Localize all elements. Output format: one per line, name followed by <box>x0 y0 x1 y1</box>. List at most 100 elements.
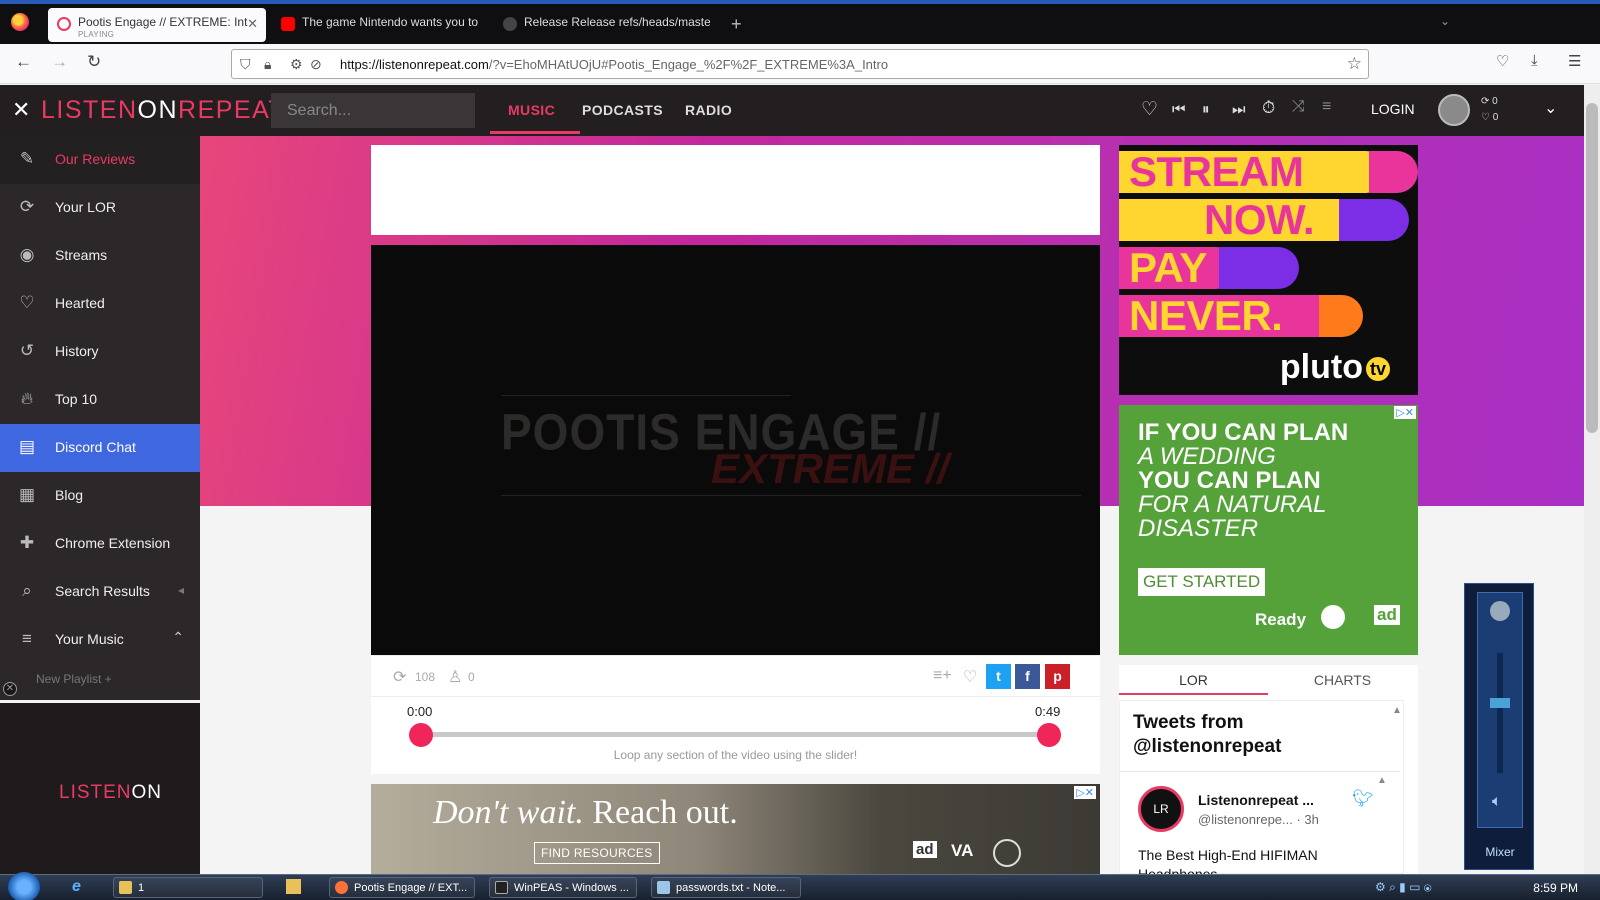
scroll-up-icon[interactable]: ▲ <box>1377 775 1387 786</box>
url-path: /?v=EhoMHAtUOjU#Pootis_Engage_%2F%2F_EXT… <box>488 57 889 72</box>
video-player[interactable]: POOTIS ENGAGE // EXTREME // <box>371 245 1100 655</box>
speaker-icon[interactable]: 🔈︎ <box>1492 793 1502 811</box>
scrollbar-thumb[interactable] <box>1586 103 1598 433</box>
sidebar-item-label: Top 10 <box>55 391 98 407</box>
get-started-button[interactable]: GET STARTED <box>1138 568 1266 596</box>
pluto-tv-ad[interactable]: STREAM NOW. PAY NEVER. pluto tv <box>1119 145 1418 395</box>
downloads-icon[interactable]: ⤓ <box>1531 52 1538 69</box>
mini-player-logo: LISTENON <box>59 782 162 804</box>
new-tab-icon[interactable]: + <box>731 14 742 35</box>
ad-color-bar <box>1369 151 1418 193</box>
start-button[interactable] <box>8 872 40 900</box>
pocket-icon[interactable]: ♡ <box>1496 52 1509 70</box>
sidebar-item-top-10[interactable]: 🔥︎ Top 10 <box>0 376 200 424</box>
facebook-share-button[interactable]: f <box>1015 664 1040 689</box>
tab-list-chevron-icon[interactable]: ⌄ <box>1440 14 1450 28</box>
app-menu-icon[interactable]: ☰ <box>1568 52 1581 70</box>
loop-start-handle[interactable] <box>409 723 433 747</box>
chevron-up-icon[interactable]: ⌃ <box>172 629 184 646</box>
mixer-label[interactable]: Mixer <box>1465 845 1535 859</box>
loop-end-time: 0:49 <box>1035 704 1061 719</box>
taskbar-item-explorer[interactable]: 1 <box>113 877 263 898</box>
pause-icon[interactable]: ⏸ <box>1202 101 1210 118</box>
sidebar-item-streams[interactable]: ◉ Streams <box>0 232 200 280</box>
search-input[interactable] <box>271 93 475 128</box>
ready-gov-ad[interactable]: IF YOU CAN PLAN A WEDDING YOU CAN PLAN F… <box>1119 405 1418 655</box>
volume-slider-thumb[interactable] <box>1490 698 1510 708</box>
close-mini-player-icon[interactable]: ✕ <box>3 682 17 696</box>
menu-podcasts[interactable]: PODCASTS <box>582 102 663 118</box>
sidebar-item-hearted[interactable]: ♡ Hearted <box>0 280 200 328</box>
tab-charts[interactable]: CHARTS <box>1268 665 1417 695</box>
tab-github-release[interactable]: Release Release refs/heads/maste <box>494 8 710 42</box>
forward-arrow-icon[interactable]: → <box>51 52 68 72</box>
taskbar-item-firefox[interactable]: Pootis Engage // EXT... <box>329 877 475 898</box>
address-bar[interactable]: ⛉ 🔒︎ ⚙ ⊘ https://listenonrepeat.com/?v=E… <box>231 49 1369 79</box>
url-text[interactable]: https://listenonrepeat.com/?v=EhoMHAtUOj… <box>340 57 888 72</box>
login-link[interactable]: LOGIN <box>1371 101 1415 117</box>
scroll-up-icon[interactable]: ▲ <box>1392 705 1402 716</box>
tracking-blocked-icon[interactable]: ⊘ <box>310 56 322 73</box>
twitter-bird-icon[interactable]: 🐦︎ <box>1352 789 1374 809</box>
ad-choices-icon[interactable]: ▷✕ <box>1074 786 1096 799</box>
heart-icon[interactable]: ♡ <box>1141 98 1158 121</box>
next-track-icon[interactable]: ⏭ <box>1232 101 1246 118</box>
user-stats: ⟳ 0 ♡ 0 <box>1481 94 1498 126</box>
shield-icon[interactable]: ⛉ <box>240 56 251 73</box>
chevron-down-icon[interactable]: ⌄ <box>1544 98 1557 118</box>
reload-icon[interactable]: ↻ <box>87 52 101 72</box>
back-arrow-icon[interactable]: ← <box>15 52 32 72</box>
loop-end-handle[interactable] <box>1037 723 1061 747</box>
menu-radio[interactable]: RADIO <box>685 102 732 118</box>
avatar[interactable]: LR <box>1138 786 1184 832</box>
heart-count-icon: ♡ <box>1481 112 1493 123</box>
ad-headline-italic: Don't wait. <box>433 794 584 831</box>
find-resources-button[interactable]: FIND RESOURCES <box>534 842 660 864</box>
tray-icons[interactable]: ⚙ ⌕ ▮ ▭ ⦿ <box>1375 880 1432 895</box>
internet-explorer-icon[interactable]: e <box>72 878 81 896</box>
taskbar-item-notepad[interactable]: passwords.txt - Note... <box>651 877 801 898</box>
sidebar-item-your-lor[interactable]: ⟳ Your LOR <box>0 184 200 232</box>
puzzle-icon: ✚ <box>19 533 35 552</box>
tab-nintendo-video[interactable]: The game Nintendo wants you to <box>272 8 482 42</box>
sidebar-item-your-music[interactable]: ≡ Your Music ⌃ <box>0 616 200 664</box>
twitter-share-button[interactable]: t <box>986 664 1011 689</box>
clock[interactable]: 8:59 PM <box>1533 881 1578 895</box>
previous-track-icon[interactable]: ⏮ <box>1172 101 1186 118</box>
volume-slider-track[interactable] <box>1497 653 1503 773</box>
firefox-icon[interactable] <box>11 13 29 31</box>
sidebar-item-search-results[interactable]: ⌕ Search Results ◂ <box>0 568 200 616</box>
bookmark-star-icon[interactable]: ☆ <box>1347 54 1362 74</box>
tab-lor[interactable]: LOR <box>1119 665 1268 695</box>
ad-choices-icon[interactable]: ▷✕ <box>1394 406 1416 419</box>
queue-icon[interactable]: ≡ <box>1322 98 1331 116</box>
close-tab-icon[interactable]: ✕ <box>247 16 258 32</box>
page-scrollbar[interactable] <box>1584 85 1600 874</box>
tweet-author-name[interactable]: Listenonrepeat ... <box>1198 792 1314 808</box>
sidebar-item-discord-chat[interactable]: ▤ Discord Chat <box>0 424 200 472</box>
new-playlist-link[interactable]: New Playlist + <box>36 672 112 686</box>
sidebar-item-chrome-extension[interactable]: ✚ Chrome Extension <box>0 520 200 568</box>
listenonrepeat-logo[interactable]: LISTENONREPEAT <box>41 96 285 125</box>
veterans-affairs-ad[interactable]: Don't wait. Reach out. FIND RESOURCES ad… <box>371 784 1100 874</box>
lock-icon[interactable]: 🔒︎ <box>264 56 271 73</box>
quick-launch-icon[interactable] <box>286 879 301 894</box>
sidebar-item-history[interactable]: ↺ History <box>0 328 200 376</box>
shuffle-icon[interactable]: ⤨ <box>1292 98 1305 116</box>
heart-icon[interactable]: ♡ <box>963 667 977 687</box>
avatar[interactable] <box>1438 94 1470 126</box>
pinterest-share-button[interactable]: p <box>1045 664 1070 689</box>
permissions-icon[interactable]: ⚙ <box>290 56 303 73</box>
add-to-playlist-icon[interactable]: ≡+ <box>933 667 952 685</box>
twitter-timeline[interactable]: Tweets from @listenonrepeat LR Listenonr… <box>1119 700 1404 882</box>
sidebar-item-our-reviews[interactable]: ✎ Our Reviews <box>0 136 200 184</box>
menu-music[interactable]: MUSIC <box>508 102 555 118</box>
sidebar-item-blog[interactable]: ▦ Blog <box>0 472 200 520</box>
tweet-author-handle[interactable]: @listenonrepe... · 3h <box>1198 812 1319 827</box>
timer-icon[interactable]: ⏱ <box>1262 98 1275 118</box>
tab-pootis-engage[interactable]: Pootis Engage // EXTREME: Int PLAYING ✕ <box>48 8 266 42</box>
loop-slider-track[interactable] <box>421 732 1049 737</box>
taskbar-item-winpeas[interactable]: WinPEAS - Windows ... <box>489 877 637 898</box>
close-sidebar-icon[interactable]: ✕ <box>12 97 30 123</box>
volume-mixer[interactable]: 🔈︎ Mixer <box>1464 583 1534 870</box>
